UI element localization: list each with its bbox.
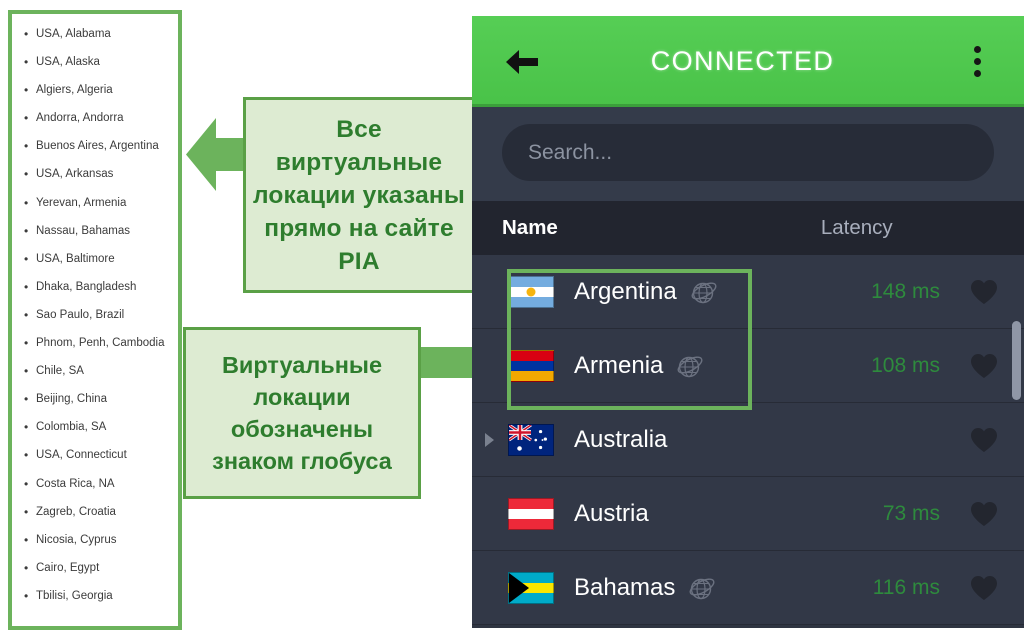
flag-argentina-icon: [508, 275, 554, 308]
location-list-item: USA, Alabama: [12, 20, 178, 48]
overflow-menu-icon[interactable]: [960, 39, 994, 85]
latency-value: 108 ms: [871, 353, 940, 377]
callout-bottom: Виртуальные локации обозначены знаком гл…: [183, 327, 421, 499]
location-list-item: USA, Baltimore: [12, 245, 178, 273]
location-list-item: Nassau, Bahamas: [12, 217, 178, 245]
search-input[interactable]: [502, 124, 994, 181]
location-list-item: Cairo, Egypt: [12, 554, 178, 582]
triangle-emblem-icon: [509, 572, 529, 603]
country-name: Argentina: [574, 277, 677, 305]
location-list-item: Dhaka, Bangladesh: [12, 273, 178, 301]
location-list-item: Colombia, SA: [12, 413, 178, 441]
latency-value: 148 ms: [871, 279, 940, 303]
search-zone: [472, 107, 1024, 201]
latency-value: 116 ms: [872, 575, 940, 599]
country-name: Bahamas: [574, 573, 676, 601]
virtual-locations-panel: USA, AlabamaUSA, AlaskaAlgiers, AlgeriaA…: [8, 10, 182, 630]
expand-caret-icon[interactable]: [485, 432, 494, 447]
location-list-item: Algiers, Algeria: [12, 76, 178, 104]
column-header-name: Name: [502, 216, 558, 239]
location-list-item: Andorra, Andorra: [12, 104, 178, 132]
list-scrollbar[interactable]: [1012, 321, 1021, 400]
location-list-item: USA, Arkansas: [12, 160, 178, 188]
location-list-item: Yerevan, Armenia: [12, 189, 178, 217]
location-list-item: Sao Paulo, Brazil: [12, 301, 178, 329]
callout-top-text: Все виртуальные локации указаны прямо на…: [252, 115, 466, 275]
country-name: Austria: [574, 499, 649, 527]
country-name: Armenia: [574, 351, 664, 379]
column-header-row: Name Latency: [472, 201, 1024, 255]
location-list-item: Tbilisi, Georgia: [12, 582, 178, 610]
heart-icon[interactable]: [970, 501, 998, 527]
app-header: CONNECTED: [472, 16, 1024, 107]
flag-australia-icon: [508, 423, 554, 456]
latency-value: 73 ms: [882, 501, 940, 525]
location-list-item: Beijing, China: [12, 385, 178, 413]
globe-icon: [675, 351, 705, 381]
location-list-item: Phnom, Penh, Cambodia: [12, 329, 178, 357]
column-header-latency: Latency: [820, 216, 893, 239]
sun-emblem-icon: [526, 287, 536, 296]
country-row[interactable]: Austria 73 ms: [472, 477, 1024, 551]
callout-bottom-text: Виртуальные локации обозначены знаком гл…: [212, 352, 392, 474]
location-list-item: USA, Connecticut: [12, 441, 178, 469]
location-list-item: Zagreb, Croatia: [12, 498, 178, 526]
callout-top: Все виртуальные локации указаны прямо на…: [243, 97, 475, 293]
location-list-item: Nicosia, Cyprus: [12, 526, 178, 554]
flag-armenia-icon: [508, 349, 554, 382]
country-row[interactable]: Argentina 148 ms: [472, 255, 1024, 329]
overflow-dot: [973, 58, 981, 65]
location-list-item: Costa Rica, NA: [12, 470, 178, 498]
vpn-app-screenshot: CONNECTED Name Latency Argentina148 msAr…: [472, 16, 1024, 628]
heart-icon[interactable]: [970, 279, 998, 305]
globe-icon: [687, 573, 717, 603]
heart-icon[interactable]: [970, 575, 998, 601]
heart-icon[interactable]: [970, 427, 998, 453]
country-name: Australia: [574, 425, 668, 453]
callout-arrow-left-icon: [186, 118, 246, 191]
country-list: Argentina 148 ms Armenia 108 ms Australia Aus…: [472, 255, 1024, 625]
overflow-dot: [973, 70, 981, 77]
location-list-item: Chile, SA: [12, 357, 178, 385]
country-row[interactable]: Armenia 108 ms: [472, 329, 1024, 403]
virtual-locations-list: USA, AlabamaUSA, AlaskaAlgiers, AlgeriaA…: [12, 14, 178, 610]
country-row[interactable]: Australia: [472, 403, 1024, 477]
country-row[interactable]: Bahamas 116 ms: [472, 551, 1024, 625]
heart-icon[interactable]: [970, 353, 998, 379]
connection-status-title: CONNECTED: [650, 46, 835, 76]
location-list-item: Buenos Aires, Argentina: [12, 132, 178, 160]
globe-icon: [689, 277, 719, 307]
overflow-dot: [973, 46, 981, 53]
flag-austria-icon: [508, 497, 554, 530]
flag-bahamas-icon: [508, 571, 554, 604]
location-list-item: USA, Alaska: [12, 48, 178, 76]
